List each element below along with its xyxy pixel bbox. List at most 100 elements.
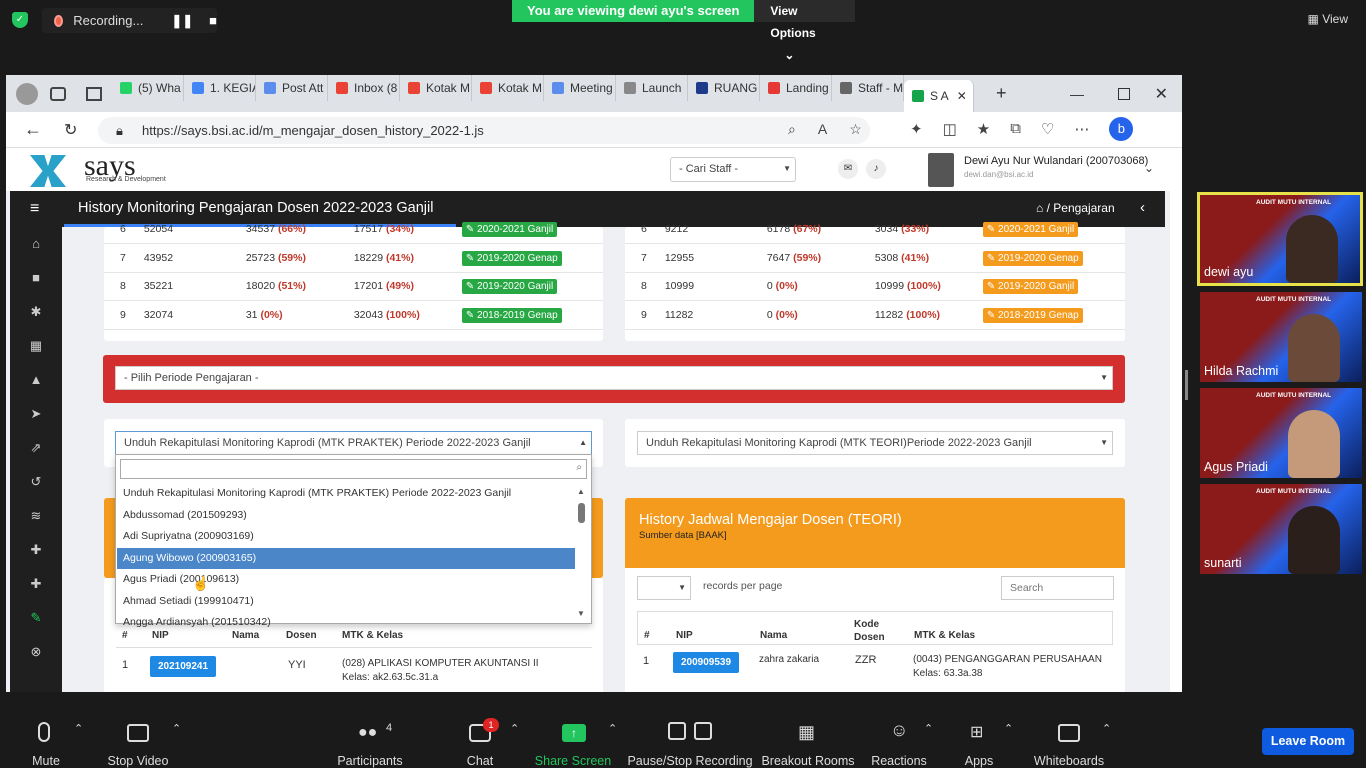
- participants-button[interactable]: Participants: [337, 754, 402, 768]
- unduh-teori-select[interactable]: Unduh Rekapitulasi Monitoring Kaprodi (M…: [637, 431, 1113, 455]
- layers-icon[interactable]: ≋: [10, 499, 62, 533]
- col-mtk[interactable]: MTK & Kelas: [914, 630, 975, 641]
- whiteboard-icon[interactable]: [1058, 724, 1080, 742]
- browser-tab[interactable]: 1. KEGIA: [184, 75, 256, 101]
- user-name[interactable]: Dewi Ayu Nur Wulandari (200703068): [964, 155, 1148, 167]
- dropdown-option[interactable]: Agus Priadi (200109613): [117, 569, 575, 591]
- graduation-icon[interactable]: ▲: [10, 363, 62, 397]
- reactions-button[interactable]: Reactions: [871, 754, 927, 768]
- send-icon[interactable]: ➤: [10, 397, 62, 431]
- calendar-icon[interactable]: ▦: [10, 329, 62, 363]
- home-icon[interactable]: ⌂: [1036, 201, 1043, 215]
- more-icon[interactable]: ⋯: [1074, 120, 1089, 141]
- plugin-icon[interactable]: ✚: [10, 533, 62, 567]
- close-tab-icon[interactable]: ✕: [957, 89, 967, 103]
- favorite-icon[interactable]: ☆: [849, 121, 862, 138]
- share-screen-button[interactable]: Share Screen: [535, 754, 611, 768]
- share-screen-icon[interactable]: ↑: [562, 724, 586, 742]
- apps-button[interactable]: Apps: [965, 754, 994, 768]
- chevron-up-icon[interactable]: ⌃: [510, 722, 519, 735]
- dropdown-option[interactable]: Abdussomad (201509293): [117, 505, 575, 527]
- chevron-up-icon[interactable]: ⌃: [608, 722, 617, 735]
- participants-icon[interactable]: ●●: [358, 724, 377, 742]
- scroll-down-icon[interactable]: ▼: [577, 609, 585, 618]
- dropdown-search-input[interactable]: ⌕: [120, 459, 587, 479]
- video-camera-icon[interactable]: [127, 724, 149, 742]
- pause-recording-icon[interactable]: ❚❚: [171, 13, 193, 29]
- back-icon[interactable]: ←: [24, 119, 42, 140]
- chevron-up-icon[interactable]: ⌃: [1004, 722, 1013, 735]
- periode-badge[interactable]: ✎ 2019-2020 Ganjil: [461, 279, 558, 295]
- close-window-icon[interactable]: ✕: [1155, 84, 1168, 104]
- browser-essentials-icon[interactable]: ♡: [1041, 120, 1054, 141]
- participant-video[interactable]: AUDIT MUTU INTERNAL sunarti: [1200, 484, 1362, 574]
- refresh-icon[interactable]: ↻: [64, 120, 77, 140]
- unduh-praktek-select[interactable]: Unduh Rekapitulasi Monitoring Kaprodi (M…: [115, 431, 592, 455]
- periode-badge[interactable]: ✎ 2020-2021 Ganjil: [461, 222, 558, 237]
- periode-badge[interactable]: ✎ 2019-2020 Genap: [982, 250, 1083, 266]
- participant-video[interactable]: AUDIT MUTU INTERNAL dewi ayu: [1197, 192, 1363, 286]
- mail-icon[interactable]: ✉: [838, 159, 858, 179]
- recording-indicator[interactable]: Recording... ❚❚ ■: [42, 8, 217, 33]
- favorites-icon[interactable]: ★: [977, 120, 990, 141]
- browser-tab[interactable]: Kotak M: [472, 75, 544, 101]
- collapse-icon[interactable]: ‹: [1140, 199, 1145, 216]
- whiteboards-button[interactable]: Whiteboards: [1034, 754, 1104, 768]
- periode-badge[interactable]: ✎ 2018-2019 Genap: [982, 307, 1083, 323]
- browser-tab[interactable]: Post Att: [256, 75, 328, 101]
- collections-toolbar-icon[interactable]: ⧉: [1010, 120, 1021, 141]
- browser-tab[interactable]: (5) Wha: [112, 75, 184, 101]
- tab-actions-icon[interactable]: [86, 86, 102, 101]
- menu-icon[interactable]: ≡: [30, 200, 39, 218]
- bell-icon[interactable]: ♪: [866, 159, 886, 179]
- dropdown-option[interactable]: Angga Ardiansyah (201510342): [117, 612, 575, 634]
- nip-button[interactable]: 200909539: [673, 652, 740, 673]
- stop-video-button[interactable]: Stop Video: [108, 754, 169, 768]
- periode-badge[interactable]: ✎ 2019-2020 Genap: [461, 250, 562, 266]
- pause-recording-button[interactable]: Pause/Stop Recording: [627, 754, 752, 768]
- extensions-icon[interactable]: ✦: [910, 120, 923, 141]
- browser-tab[interactable]: Launch: [616, 75, 688, 101]
- url-field[interactable]: 🔒︎ https://says.bsi.ac.id/m_mengajar_dose…: [98, 117, 870, 144]
- breadcrumb-label[interactable]: Pengajaran: [1053, 201, 1114, 215]
- records-select[interactable]: ▼: [637, 576, 691, 600]
- view-options-button[interactable]: View Options ⌄: [754, 0, 855, 62]
- dropdown-option[interactable]: Agung Wibowo (200903165): [117, 547, 575, 569]
- chevron-up-icon[interactable]: ⌃: [1102, 722, 1111, 735]
- reactions-icon[interactable]: ☺: [890, 720, 908, 741]
- plugin-icon[interactable]: ✚: [10, 567, 62, 601]
- stop-recording-icon[interactable]: [694, 722, 712, 740]
- col-no[interactable]: #: [644, 630, 650, 641]
- scroll-up-icon[interactable]: ▲: [577, 487, 585, 496]
- zoom-icon[interactable]: ⌕: [788, 121, 796, 138]
- browser-tab[interactable]: RUANG: [688, 75, 760, 101]
- browser-tab[interactable]: Inbox (8: [328, 75, 400, 101]
- minimize-icon[interactable]: —: [1070, 86, 1084, 102]
- chevron-up-icon[interactable]: ⌃: [172, 722, 181, 735]
- bike-icon[interactable]: ⊗: [10, 635, 62, 669]
- leave-room-button[interactable]: Leave Room: [1262, 728, 1354, 755]
- dropdown-option[interactable]: Adi Supriyatna (200903169): [117, 526, 575, 548]
- cari-staff-select[interactable]: - Cari Staff - ▼: [670, 157, 796, 182]
- participant-video[interactable]: AUDIT MUTU INTERNAL Hilda Rachmi: [1200, 292, 1362, 382]
- chevron-up-icon[interactable]: ⌃: [74, 722, 83, 735]
- split-screen-icon[interactable]: ◫: [943, 120, 957, 141]
- external-link-icon[interactable]: ⇗: [10, 431, 62, 465]
- dropdown-option[interactable]: Unduh Rekapitulasi Monitoring Kaprodi (M…: [117, 483, 575, 505]
- chevron-down-icon[interactable]: ⌄: [1144, 161, 1154, 175]
- dropdown-option[interactable]: Ahmad Setiadi (199910471): [117, 591, 575, 613]
- view-button[interactable]: ▦ View: [1308, 12, 1348, 26]
- periode-badge[interactable]: ✎ 2019-2020 Ganjil: [982, 279, 1079, 295]
- pause-recording-icon[interactable]: [668, 722, 686, 740]
- periode-badge[interactable]: ✎ 2018-2019 Genap: [461, 307, 562, 323]
- dropdown-scrollbar[interactable]: [578, 503, 585, 523]
- maximize-icon[interactable]: [1118, 87, 1130, 100]
- periode-select[interactable]: - Pilih Periode Pengajaran - ▼: [115, 366, 1113, 390]
- browser-tab[interactable]: Staff - M: [832, 75, 904, 101]
- participant-video[interactable]: AUDIT MUTU INTERNAL Agus Priadi: [1200, 388, 1362, 478]
- periode-badge[interactable]: ✎ 2020-2021 Ganjil: [982, 222, 1079, 237]
- microphone-icon[interactable]: [38, 722, 50, 742]
- browser-tab[interactable]: Landing: [760, 75, 832, 101]
- bing-icon[interactable]: b: [1109, 117, 1134, 141]
- new-tab-icon[interactable]: +: [996, 83, 1007, 104]
